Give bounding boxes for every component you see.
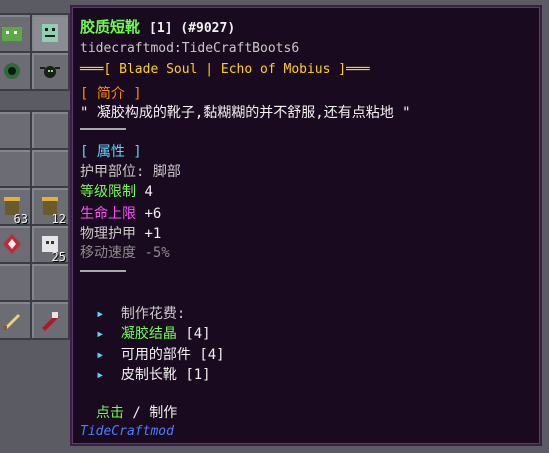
craft-item-count: [1] [185,367,211,383]
stat-label: 等级限制 [80,184,136,200]
craft-item: ▸ 皮制长靴 [1] [96,364,211,384]
armor-slot: 护甲部位: 脚部 [80,164,181,180]
tag-line: ═══[ Blade Soul | Echo of Mobius ]═══ [80,62,370,77]
craft-item: ▸ 凝胶结晶 [4] [96,323,211,343]
mod-name: TideCraftmod [80,424,174,439]
stat-value: 4 [144,184,153,200]
mod-item-id: tidecraftmod:TideCraftBoots6 [80,41,300,56]
inventory-slot[interactable]: 12 [30,186,70,226]
bullet-icon: ▸ [96,367,105,383]
stat-hp: 生命上限 +6 [80,203,161,223]
inventory-slot[interactable] [0,13,32,53]
stat-value: +6 [144,206,162,222]
craft-item: ▸ 可用的部件 [4] [96,344,225,364]
inventory-slot[interactable] [0,224,32,264]
stat-speed: 移动速度 -5% [80,242,170,262]
inventory-slot[interactable] [30,262,70,302]
inventory-slot[interactable] [30,110,70,150]
item-meta: [1] (#9027) [149,21,236,36]
intro-header: [ 简介 ] [80,86,142,102]
inventory-slot[interactable] [0,300,32,340]
bullet-icon: ▸ [96,326,105,342]
stat-label: 移动速度 [80,245,136,261]
craft-title: 制作花费: [120,306,186,322]
robot-icon [42,24,58,42]
stat-label: 生命上限 [80,206,136,222]
action-separator: / [124,405,150,421]
craft-item-name: 可用的部件 [120,347,191,363]
inventory-slot[interactable] [30,300,70,340]
slime-icon [2,27,22,41]
craft-action-label: 制作 [149,405,178,421]
bullet-icon: ▸ [96,347,105,363]
craft-item-count: [4] [185,326,211,342]
inventory-slot[interactable]: 63 [0,186,32,226]
inventory-slot[interactable] [30,148,70,188]
craft-item-name: 皮制长靴 [120,367,177,383]
red-gem-icon [3,234,21,254]
inventory-slot[interactable] [0,110,32,150]
separator [80,270,126,272]
inventory-slot[interactable] [30,51,70,91]
bullet-icon: ▸ [96,306,105,322]
stat-defense: 物理护甲 +1 [80,223,161,243]
inventory-slot[interactable] [0,262,32,302]
stat-value: -5% [144,245,170,261]
craft-item-count: [4] [199,347,225,363]
inventory-slot[interactable]: 25 [30,224,70,264]
item-name: 胶质短靴 [80,18,141,36]
spider-icon [40,66,60,78]
intro-text: " 凝胶构成的靴子,黏糊糊的并不舒服,还有点粘地 " [80,105,411,121]
stat-level: 等级限制 4 [80,181,153,201]
craft-item-name: 凝胶结晶 [120,326,177,342]
craft-title-row: ▸ 制作花费: [96,303,185,323]
red-sword-icon [42,312,59,331]
separator [80,128,126,130]
sword-icon [3,314,20,330]
stat-label: 物理护甲 [80,226,136,242]
inventory-slot[interactable] [0,148,32,188]
click-key: 点击 [96,405,124,421]
attr-header: [ 属性 ] [80,144,142,160]
inventory-slot[interactable] [0,51,32,91]
item-tooltip: 胶质短靴 [1] (#9027) tidecraftmod:TideCraftB… [70,5,542,446]
green-wisp-icon [4,63,20,79]
stat-value: +1 [144,226,162,242]
inventory-slot[interactable] [30,13,70,53]
craft-action[interactable]: 点击 / 制作 [96,402,177,422]
